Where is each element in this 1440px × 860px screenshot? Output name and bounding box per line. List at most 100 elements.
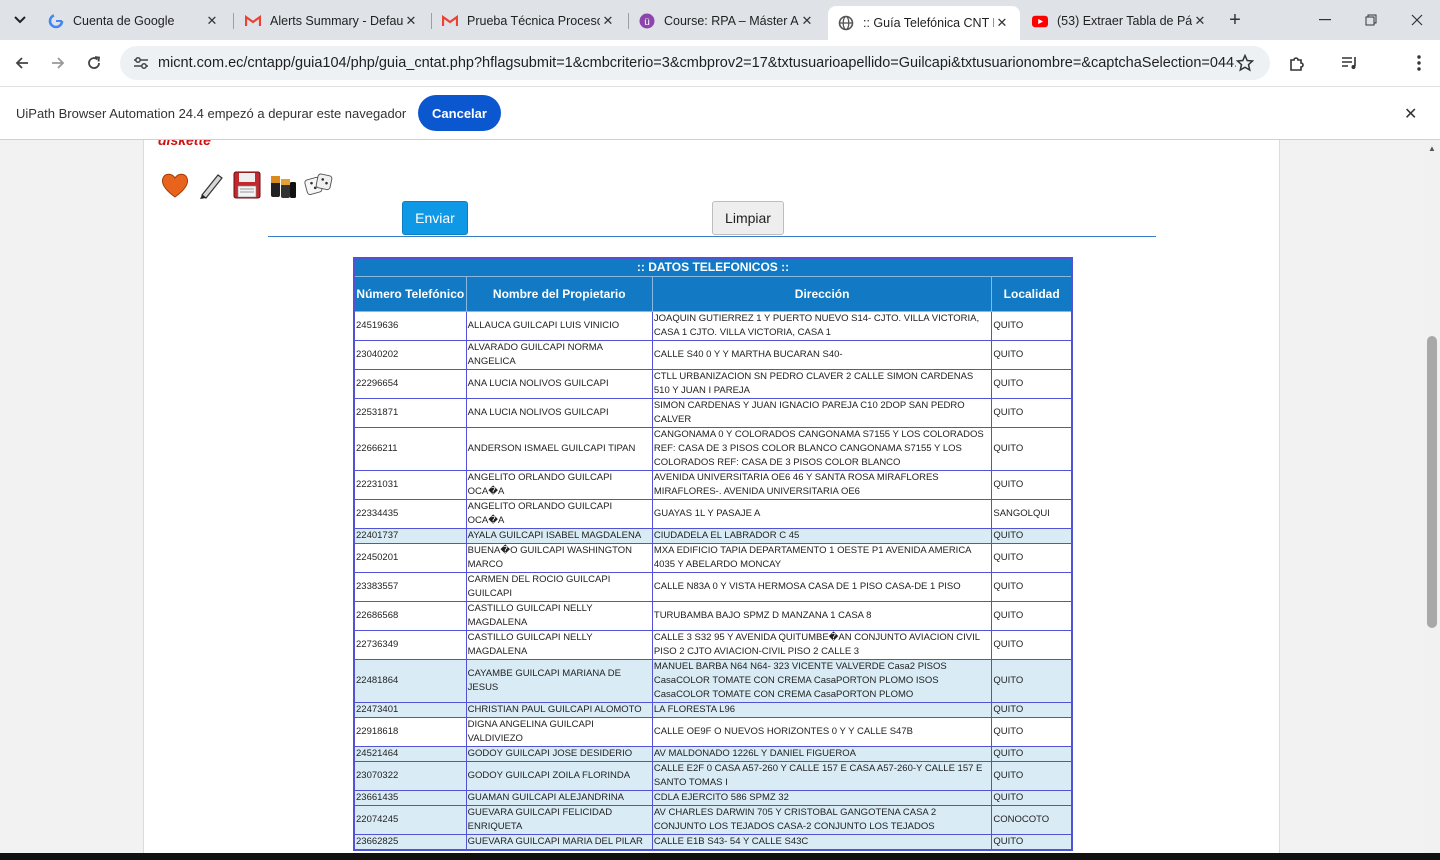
site-info-icon[interactable] (126, 56, 156, 70)
tab-youtube[interactable]: (53) Extraer Tabla de Pá ✕ (1022, 6, 1218, 36)
tab-guia-telefonica[interactable]: :: Guía Telefónica CNT E ✕ (828, 6, 1020, 40)
restore-button[interactable] (1348, 8, 1394, 32)
batteries-icon[interactable] (268, 170, 298, 200)
reload-button[interactable] (81, 50, 107, 76)
cell-phone: 24521464 (353, 745, 467, 762)
cell-phone: 23662825 (353, 833, 467, 850)
minimize-button[interactable] (1302, 8, 1348, 32)
address-bar[interactable]: micnt.com.ec/cntapp/guia104/php/guia_cnt… (120, 46, 1270, 80)
diskette-icon[interactable] (232, 170, 262, 200)
tab-google-account[interactable]: Cuenta de Google ✕ (38, 6, 230, 36)
cancel-debug-button[interactable]: Cancelar (418, 95, 501, 131)
cell-owner: AYALA GUILCAPI ISABEL MAGDALENA (465, 527, 653, 544)
media-control-button[interactable] (1337, 50, 1363, 76)
divider (268, 236, 1156, 237)
extensions-button[interactable] (1284, 50, 1310, 76)
close-icon[interactable]: ✕ (1404, 104, 1417, 124)
cell-owner: ALLAUCA GUILCAPI LUIS VINICIO (465, 310, 653, 341)
table-row: 22450201 BUENA�O GUILCAPI WASHINGTON MARC… (353, 542, 1073, 573)
cell-address: CALLE S40 0 Y Y MARTHA BUCARAN S40- (651, 339, 993, 370)
cell-phone: 22736349 (353, 629, 467, 660)
close-icon[interactable]: ✕ (600, 13, 616, 29)
vertical-scrollbar[interactable]: ▲ (1424, 140, 1440, 853)
scroll-up-icon[interactable]: ▲ (1428, 144, 1436, 153)
tab-title: Course: RPA – Máster Au (664, 14, 799, 28)
tab-course-rpa[interactable]: ü Course: RPA – Máster Au ✕ (629, 6, 825, 36)
back-button[interactable] (9, 50, 35, 76)
table-row: 22481864 CAYAMBE GUILCAPI MARIANA DE JESU… (353, 658, 1073, 703)
cell-locality: QUITO (991, 701, 1073, 718)
tab-search-button[interactable] (8, 8, 32, 32)
table-row: 24519636 ALLAUCA GUILCAPI LUIS VINICIO JOA… (353, 310, 1073, 341)
clear-button[interactable]: Limpiar (712, 201, 784, 235)
debug-infobar: UiPath Browser Automation 24.4 empezó a … (0, 86, 1440, 140)
cell-address: CDLA EJERCITO 586 SPMZ 32 (651, 789, 993, 806)
cell-locality: QUITO (991, 397, 1073, 428)
cell-owner: CASTILLO GUILCAPI NELLY MAGDALENA (465, 600, 653, 631)
cell-phone: 22231031 (353, 469, 467, 500)
tab-alerts-summary[interactable]: Alerts Summary - Defau ✕ (235, 6, 429, 36)
cell-address: CALLE OE9F O NUEVOS HORIZONTES 0 Y Y CAL… (651, 716, 993, 747)
close-icon[interactable]: ✕ (1192, 13, 1208, 29)
table-row: 22231031 ANGELITO ORLANDO GUILCAPI OCA�A A… (353, 469, 1073, 500)
column-header-owner: Nombre del Propietario (465, 275, 653, 312)
table-row: 22686568 CASTILLO GUILCAPI NELLY MAGDALEN… (353, 600, 1073, 631)
reload-icon (88, 56, 101, 69)
browser-toolbar: micnt.com.ec/cntapp/guia104/php/guia_cnt… (0, 40, 1440, 113)
dice-icon[interactable] (304, 170, 334, 200)
cell-locality: QUITO (991, 368, 1073, 399)
scrollbar-thumb[interactable] (1427, 336, 1437, 628)
tab-title: :: Guía Telefónica CNT E (863, 16, 994, 30)
table-row: 22473401 CHRISTIAN PAUL GUILCAPI ALOMOTO L… (353, 701, 1073, 718)
cell-locality: SANGOLQUI (991, 498, 1073, 529)
more-vert-icon (1417, 55, 1421, 71)
cell-owner: GUEVARA GUILCAPI MARIA DEL PILAR (465, 833, 653, 850)
cell-phone: 23070322 (353, 760, 467, 791)
browser-menu-button[interactable] (1406, 50, 1432, 76)
cell-locality: QUITO (991, 716, 1073, 747)
plus-icon: + (1229, 8, 1241, 31)
cell-phone: 22334435 (353, 498, 467, 529)
cell-locality: QUITO (991, 571, 1073, 602)
table-row: 22736349 CASTILLO GUILCAPI NELLY MAGDALEN… (353, 629, 1073, 660)
bookmark-star-icon[interactable] (1235, 53, 1255, 77)
cell-address: MXA EDIFICIO TAPIA DEPARTAMENTO 1 OESTE … (651, 542, 993, 573)
cell-locality: QUITO (991, 426, 1073, 471)
gmail-icon (442, 13, 458, 29)
cell-locality: QUITO (991, 542, 1073, 573)
pencil-icon[interactable] (196, 170, 226, 200)
url-text[interactable]: micnt.com.ec/cntapp/guia104/php/guia_cnt… (158, 55, 1236, 71)
cell-locality: QUITO (991, 745, 1073, 762)
captcha-icons (160, 170, 334, 200)
close-icon[interactable]: ✕ (799, 13, 815, 29)
cell-address: TURUBAMBA BAJO SPMZ D MANZANA 1 CASA 8 (651, 600, 993, 631)
cell-address: CALLE E2F 0 CASA A57-260 Y CALLE 157 E C… (651, 760, 993, 791)
youtube-icon (1032, 13, 1048, 29)
cell-owner: DIGNA ANGELINA GUILCAPI VALDIVIEZO (465, 716, 653, 747)
cell-owner: BUENA�O GUILCAPI WASHINGTON MARCO (465, 542, 653, 573)
cell-owner: GODOY GUILCAPI ZOILA FLORINDA (465, 760, 653, 791)
gmail-icon (245, 13, 261, 29)
cell-locality: QUITO (991, 658, 1073, 703)
cell-locality: QUITO (991, 600, 1073, 631)
close-icon[interactable]: ✕ (204, 13, 220, 29)
forward-button[interactable] (45, 50, 71, 76)
cell-locality: QUITO (991, 310, 1073, 341)
cell-phone: 24519636 (353, 310, 467, 341)
close-window-button[interactable] (1394, 8, 1440, 32)
cell-address: CTLL URBANIZACION SN PEDRO CLAVER 2 CALL… (651, 368, 993, 399)
chevron-down-icon (14, 16, 26, 24)
close-icon[interactable]: ✕ (994, 15, 1010, 31)
tab-strip: Cuenta de Google ✕ Alerts Summary - Defa… (0, 0, 1440, 40)
heart-icon[interactable] (160, 170, 190, 200)
page-viewport: diskette Enviar Limpiar :: DATOS TELEFON… (0, 140, 1424, 853)
table-row: 23661435 GUAMAN GUILCAPI ALEJANDRINA CDLA … (353, 789, 1073, 806)
cell-owner: CHRISTIAN PAUL GUILCAPI ALOMOTO (465, 701, 653, 718)
submit-button[interactable]: Enviar (402, 201, 468, 235)
cell-locality: QUITO (991, 469, 1073, 500)
table-row: 22074245 GUEVARA GUILCAPI FELICIDAD ENRIQ… (353, 804, 1073, 835)
new-tab-button[interactable]: + (1224, 9, 1246, 31)
cell-locality: QUITO (991, 760, 1073, 791)
tab-prueba-tecnica[interactable]: Prueba Técnica Proceso ✕ (432, 6, 626, 36)
close-icon[interactable]: ✕ (403, 13, 419, 29)
